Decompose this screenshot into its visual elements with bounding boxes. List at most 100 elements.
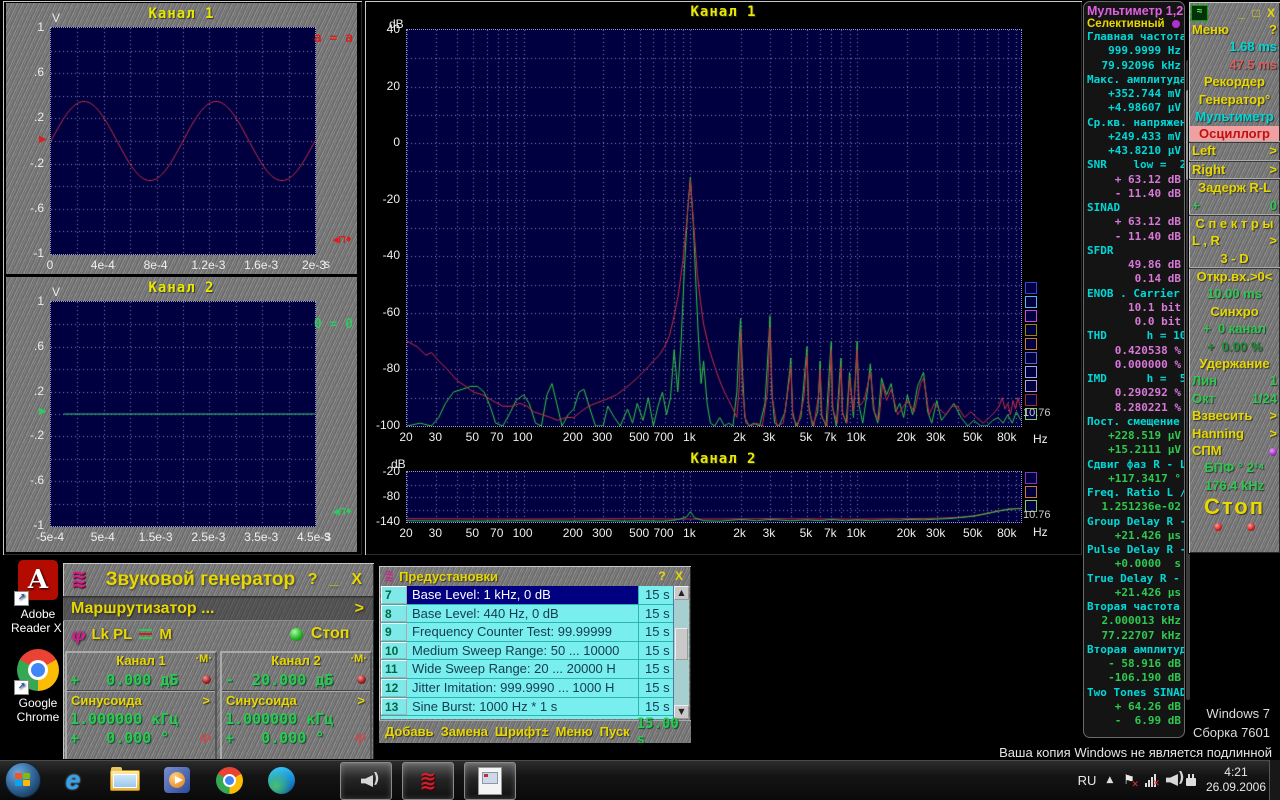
language-indicator[interactable]: RU [1078, 773, 1097, 788]
phase-value[interactable]: + 0.000 ° [225, 729, 324, 747]
level-value[interactable]: - 20.000 дБ [225, 671, 333, 689]
channel-led-icon[interactable] [202, 675, 211, 684]
preset-label[interactable]: Jitter Imitation: 999.9990 ... 1000 H [407, 679, 638, 697]
legend-swatch-icon[interactable] [1025, 394, 1037, 406]
preset-label[interactable]: Base Level: 440 Hz, 0 dB [407, 605, 638, 623]
red-led-icon[interactable] [1247, 523, 1255, 531]
phase-row[interactable]: + 0.000 ° φ [222, 728, 370, 747]
preset-number[interactable]: 12 [381, 679, 407, 697]
m-button[interactable]: M [159, 626, 172, 643]
legend-swatch-icon[interactable] [1025, 486, 1037, 498]
status-leds[interactable] [1189, 521, 1280, 533]
volume-icon[interactable] [1166, 771, 1176, 789]
presets-footer-button[interactable]: Меню [556, 724, 593, 739]
menu-item[interactable]: 10.00 ms [1189, 286, 1280, 303]
menu-item[interactable]: 1.68 ms [1189, 39, 1280, 56]
legend-swatch-icon[interactable] [1025, 352, 1037, 364]
menu-item[interactable]: Генератор° [1189, 92, 1280, 109]
presets-footer-button[interactable]: Добавь [385, 724, 434, 739]
menu-item[interactable]: +0 [1189, 198, 1280, 215]
channel-led-icon[interactable] [357, 675, 366, 684]
show-desktop-button[interactable] [1269, 760, 1280, 800]
spectrum-channel2-plot[interactable] [406, 471, 1022, 523]
preset-number[interactable]: 7 [381, 586, 407, 604]
mute-button[interactable]: ·M· [351, 653, 368, 665]
legend-swatch-icon[interactable] [1025, 380, 1037, 392]
menu-item[interactable]: Hanning> [1189, 426, 1280, 443]
menu-item[interactable]: Удержание [1189, 356, 1280, 373]
preset-number[interactable]: 8 [381, 605, 407, 623]
preset-row[interactable]: 8Base Level: 440 Hz, 0 dB15 s [381, 605, 689, 624]
taskbar-volume-app-button[interactable] [340, 762, 392, 800]
taskbar-explorer[interactable] [110, 765, 140, 795]
level-value[interactable]: + 0.000 дБ [70, 671, 178, 689]
taskbar-clock[interactable]: 4:21 26.09.2006 [1206, 765, 1266, 795]
lk-pl-buttons[interactable]: Lk PL [91, 626, 132, 643]
spm-led-icon[interactable] [1269, 448, 1277, 456]
presets-scrollbar[interactable]: ▲ ▼ [673, 586, 689, 719]
legend-swatch-icon[interactable] [1025, 338, 1037, 350]
menu-item[interactable]: Лин1 [1189, 373, 1280, 390]
menu-item[interactable]: Стоп [1189, 495, 1280, 521]
menu-item[interactable]: Окт1/24 [1189, 391, 1280, 408]
taskbar-chrome[interactable] [214, 765, 244, 795]
menu-item[interactable]: + 0 канал [1189, 321, 1280, 338]
menu-item[interactable]: L , R> [1189, 233, 1280, 250]
spectrum-channel1-plot[interactable] [406, 29, 1022, 427]
taskbar-document-app-button[interactable] [464, 762, 516, 800]
menu-item[interactable]: Меню? [1189, 22, 1280, 39]
preset-row[interactable]: 7Base Level: 1 kHz, 0 dB15 s [381, 586, 689, 605]
osc-channel2-plot[interactable] [50, 301, 316, 527]
level-row[interactable]: - 20.000 дБ [222, 669, 370, 691]
menu-item[interactable]: Задерж R-L [1189, 179, 1280, 197]
window-controls[interactable]: ? X [658, 569, 686, 583]
preset-number[interactable]: 11 [381, 660, 407, 678]
legend-swatch-icon[interactable] [1025, 472, 1037, 484]
run-led-icon[interactable] [290, 628, 303, 641]
frequency-row[interactable]: 1.000000 кГц [222, 709, 370, 728]
preset-label[interactable]: Wide Sweep Range: 20 ... 20000 H [407, 660, 638, 678]
legend-swatch-icon[interactable] [1025, 324, 1037, 336]
multimeter-selective-row[interactable]: Селективный [1087, 18, 1184, 30]
scrollbar-thumb[interactable] [675, 628, 688, 660]
pulse-marker-icon[interactable]: ◀⊓♦ [332, 505, 352, 518]
window-controls[interactable]: _ □ X [1238, 6, 1277, 20]
phase-icon[interactable]: φ [71, 625, 85, 644]
generator-titlebar[interactable]: ≈≈ Звуковой генератор ? _ X [63, 563, 374, 596]
legend-swatch-icon[interactable] [1025, 282, 1037, 294]
preset-label[interactable]: Sine Burst: 1000 Hz * 1 s [407, 698, 638, 716]
menu-item[interactable]: С п е к т р ы [1189, 215, 1280, 233]
menu-item[interactable]: БПФ ° 2¹⁴ [1189, 460, 1280, 477]
multimeter-title[interactable]: Мультиметр 1,2? [1087, 4, 1184, 18]
presets-footer-button[interactable]: Шрифт± [495, 724, 549, 739]
taskbar-media-player[interactable] [162, 765, 192, 795]
presets-footer-button[interactable]: Замена [441, 724, 488, 739]
preset-label[interactable]: Frequency Counter Test: 99.99999 [407, 623, 638, 641]
presets-titlebar[interactable]: ≈≈ Предустановки ? X [379, 566, 691, 586]
preset-number[interactable]: 13 [381, 698, 407, 716]
phase-value[interactable]: + 0.000 ° [70, 729, 169, 747]
network-icon[interactable]: ✕ [1145, 774, 1156, 787]
menu-item[interactable]: Взвесить> [1189, 408, 1280, 425]
mute-button[interactable]: ·M· [196, 653, 213, 665]
menu-item[interactable]: Синхро [1189, 304, 1280, 321]
menu-item[interactable]: Left> [1189, 142, 1280, 160]
menu-item[interactable]: 176.4 kHz [1189, 478, 1280, 495]
action-center-flag-icon[interactable]: ⚑✕ [1123, 773, 1135, 788]
waveform-row[interactable]: Синусоида > [222, 691, 370, 709]
legend-swatch-icon[interactable] [1025, 366, 1037, 378]
power-icon[interactable] [1186, 778, 1196, 786]
pulse-marker-icon[interactable]: ◀⊓♦ [332, 233, 352, 246]
level-row[interactable]: + 0.000 дБ [67, 669, 215, 691]
taskbar-internet-explorer[interactable]: e [58, 765, 88, 795]
menu-item[interactable]: Right> [1189, 161, 1280, 179]
preset-number[interactable]: 9 [381, 623, 407, 641]
waveform-row[interactable]: Синусоида > [67, 691, 215, 709]
lines-icon[interactable] [139, 629, 152, 639]
frequency-value[interactable]: 1.000000 кГц [70, 710, 178, 728]
trigger-arrow-icon[interactable]: ▶ [39, 134, 47, 145]
osc-channel1-plot[interactable] [50, 27, 316, 255]
scroll-up-icon[interactable]: ▲ [674, 586, 689, 600]
trigger-arrow-icon[interactable]: ▶ [39, 406, 47, 417]
waveform-select[interactable]: Синусоида [226, 693, 297, 708]
